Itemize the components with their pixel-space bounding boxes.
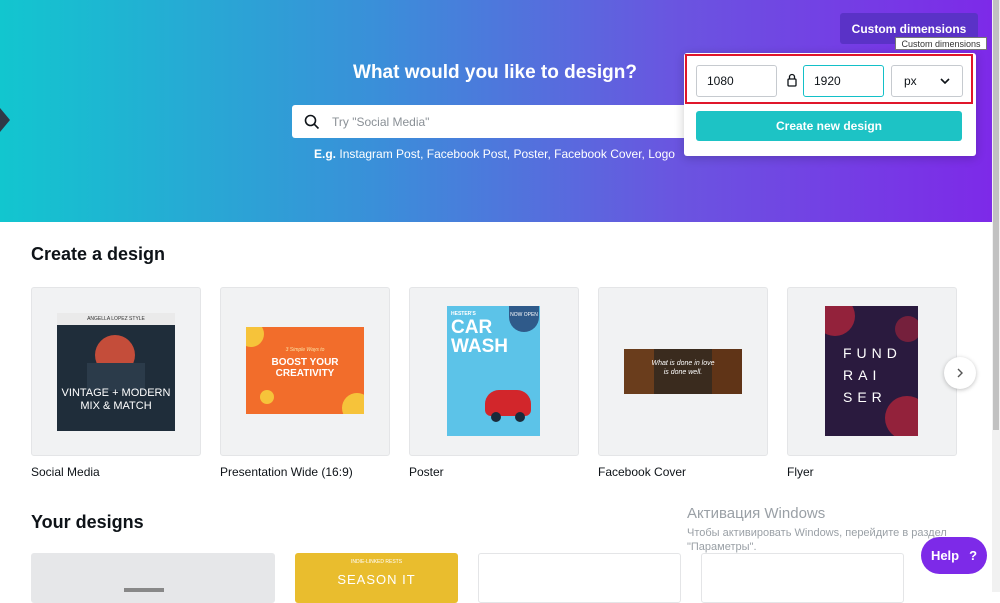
poster-thumbnail: HESTER'S NOW OPEN CAR WASH: [447, 306, 540, 436]
examples-prefix: E.g.: [314, 147, 337, 161]
example-link-facebook-cover[interactable]: Facebook Cover: [554, 147, 641, 161]
your-design-card[interactable]: [701, 553, 904, 603]
search-placeholder: Try "Social Media": [332, 114, 430, 129]
presentation-thumbnail: 3 Simple Ways to BOOST YOUR CREATIVITY: [246, 327, 364, 414]
your-designs-heading: Your designs: [31, 512, 144, 532]
question-icon: ?: [969, 548, 978, 563]
design-card-flyer[interactable]: FUND RAI SER: [787, 287, 957, 456]
social-media-thumbnail: ANGELLA LOPEZ STYLE VINTAGE + MODERN MIX…: [57, 313, 175, 431]
card-label[interactable]: Facebook Cover: [598, 465, 686, 479]
design-card-poster[interactable]: HESTER'S NOW OPEN CAR WASH: [409, 287, 579, 456]
example-links: E.g. Instagram Post, Facebook Post, Post…: [314, 147, 675, 161]
create-new-design-button[interactable]: Create new design: [696, 111, 962, 141]
example-link-poster[interactable]: Poster: [513, 147, 547, 161]
example-link-facebook-post[interactable]: Facebook Post: [427, 147, 507, 161]
example-link-logo[interactable]: Logo: [648, 147, 675, 161]
search-icon: [304, 114, 320, 129]
flyer-thumbnail: FUND RAI SER: [825, 306, 918, 436]
collapse-arrow-icon[interactable]: [0, 108, 10, 132]
example-link-instagram-post[interactable]: Instagram Post: [339, 147, 420, 161]
design-card-social-media[interactable]: ANGELLA LOPEZ STYLE VINTAGE + MODERN MIX…: [31, 287, 201, 456]
create-design-heading: Create a design: [31, 244, 166, 264]
help-button[interactable]: Help ?: [921, 537, 987, 574]
design-card-presentation[interactable]: 3 Simple Ways to BOOST YOUR CREATIVITY: [220, 287, 390, 456]
highlight-box: [685, 54, 973, 104]
card-label[interactable]: Flyer: [787, 465, 814, 479]
help-label: Help: [930, 548, 960, 563]
search-input[interactable]: Try "Social Media": [292, 105, 702, 138]
your-design-card[interactable]: [31, 553, 275, 603]
your-design-card[interactable]: INDIE-LINKED RESTS SEASON IT: [295, 553, 458, 603]
your-design-card[interactable]: [478, 553, 681, 603]
design-card-facebook-cover[interactable]: What is done in love is done well.: [598, 287, 768, 456]
horizontal-scroll-thumb[interactable]: [124, 588, 164, 592]
chevron-right-icon: [957, 368, 963, 378]
facebook-cover-thumbnail: What is done in love is done well.: [624, 349, 742, 394]
tooltip: Custom dimensions: [895, 37, 987, 50]
card-label[interactable]: Poster: [409, 465, 444, 479]
windows-activation-watermark: Активация Windows Чтобы активировать Win…: [687, 505, 947, 553]
card-label[interactable]: Social Media: [31, 465, 100, 479]
carousel-next-button[interactable]: [944, 357, 976, 389]
scrollbar-thumb[interactable]: [993, 0, 999, 430]
card-label[interactable]: Presentation Wide (16:9): [220, 465, 353, 479]
